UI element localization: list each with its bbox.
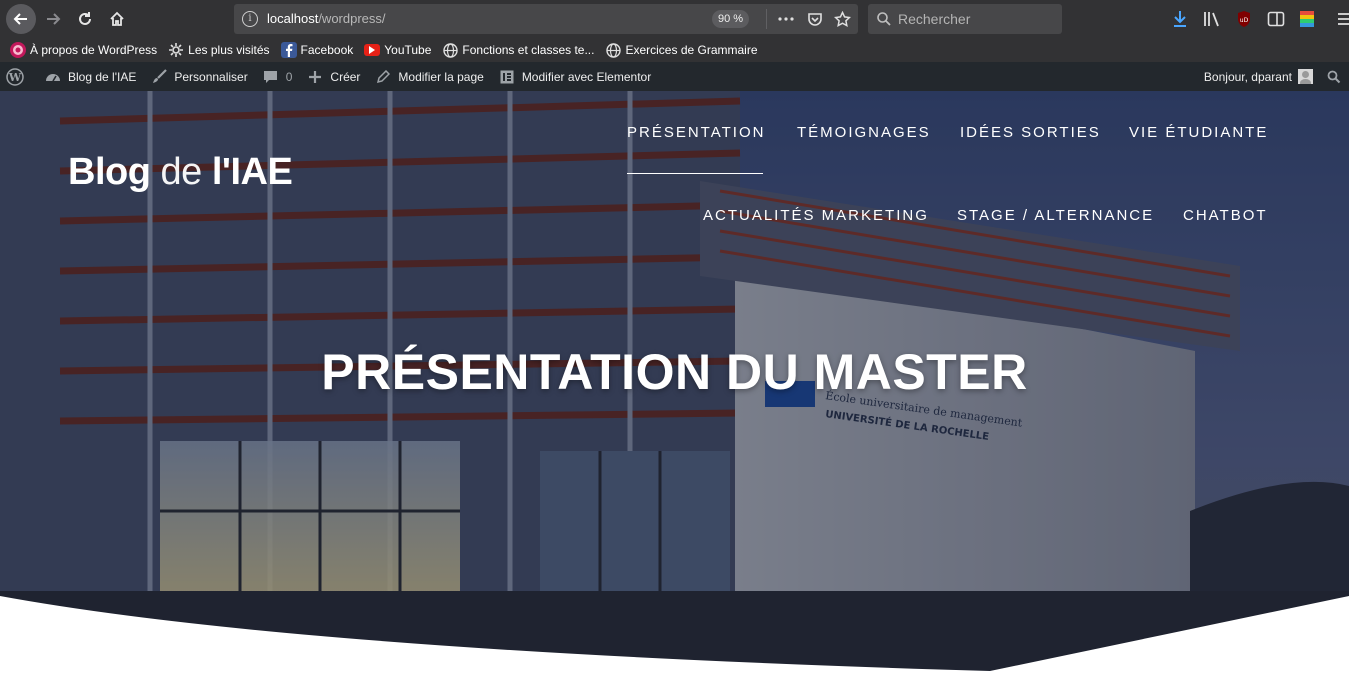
- adminbar-new-label: Créer: [330, 69, 361, 84]
- library-icon[interactable]: [1202, 9, 1222, 29]
- adminbar-comments-count: 0: [285, 69, 293, 84]
- wordpress-bookmark-icon: [10, 42, 26, 58]
- avatar: [1298, 69, 1313, 84]
- menu-item-temoignages[interactable]: TÉMOIGNAGES: [797, 124, 931, 141]
- home-icon: [110, 11, 124, 26]
- brush-icon: [150, 68, 168, 86]
- adminbar-edit-page-label: Modifier la page: [398, 69, 484, 84]
- url-path: /wordpress/: [318, 11, 386, 26]
- menu-icon[interactable]: [1334, 9, 1349, 29]
- svg-text:uD: uD: [1240, 17, 1249, 24]
- adminbar-new[interactable]: Créer: [306, 68, 360, 86]
- colorful-extension-icon[interactable]: [1297, 9, 1317, 29]
- bookmark-exercices-grammaire[interactable]: Exercices de Grammaire: [605, 42, 758, 58]
- adminbar-customize-label: Personnaliser: [174, 69, 248, 84]
- bookmark-label: Les plus visités: [188, 43, 270, 57]
- site-title[interactable]: Blog de l'IAE: [68, 151, 293, 194]
- site-info-icon[interactable]: i: [242, 11, 258, 27]
- pocket-icon[interactable]: [805, 9, 825, 29]
- forward-button[interactable]: [40, 6, 66, 32]
- wp-logo-menu[interactable]: W: [6, 67, 30, 86]
- site-title-part: l'IAE: [211, 151, 293, 193]
- adminbar-comments[interactable]: 0: [262, 68, 293, 86]
- menu-item-presentation[interactable]: PRÉSENTATION: [627, 124, 765, 141]
- url-bar[interactable]: i localhost/wordpress/ 90 %: [234, 4, 858, 34]
- bookmark-label: À propos de WordPress: [30, 43, 158, 57]
- svg-text:W: W: [8, 71, 22, 84]
- adminbar-search-icon[interactable]: [1327, 70, 1341, 84]
- adminbar-edit-elementor[interactable]: Modifier avec Elementor: [498, 68, 651, 86]
- bookmark-label: Fonctions et classes te...: [462, 43, 595, 57]
- zoom-indicator[interactable]: 90 %: [712, 10, 750, 28]
- bookmarks-bar: À propos de WordPress Les plus visités F…: [0, 38, 1349, 62]
- search-box[interactable]: [868, 4, 1062, 34]
- wordpress-logo-icon: W: [6, 67, 24, 86]
- adminbar-site-label: Blog de l'IAE: [68, 69, 137, 84]
- bookmark-youtube[interactable]: YouTube: [364, 43, 431, 57]
- arrow-left-icon: [13, 13, 27, 25]
- search-input[interactable]: [898, 8, 1054, 30]
- adminbar-greeting: Bonjour, dparant: [1203, 69, 1292, 84]
- menu-item-idees-sorties[interactable]: IDÉES SORTIES: [960, 124, 1101, 141]
- bookmark-label: YouTube: [384, 43, 432, 57]
- menu-item-vie-etudiante[interactable]: VIE ÉTUDIANTE: [1129, 124, 1268, 141]
- adminbar-customize[interactable]: Personnaliser: [150, 68, 248, 86]
- bookmark-fonctions-classes[interactable]: Fonctions et classes te...: [442, 42, 594, 58]
- back-button[interactable]: [6, 4, 36, 34]
- browser-toolbar: i localhost/wordpress/ 90 % uD: [0, 0, 1349, 38]
- adminbar-account[interactable]: Bonjour, dparant: [1204, 62, 1349, 91]
- elementor-icon: [498, 68, 516, 86]
- wp-admin-bar: W Blog de l'IAE Personnaliser 0 Créer Mo…: [0, 62, 1349, 91]
- bookmark-label: Exercices de Grammaire: [625, 43, 758, 57]
- reload-button[interactable]: [72, 6, 98, 32]
- facebook-icon: [280, 42, 297, 58]
- globe-icon: [442, 42, 458, 58]
- bookmark-facebook[interactable]: Facebook: [280, 42, 354, 58]
- globe-icon: [605, 42, 621, 58]
- youtube-icon: [364, 44, 381, 56]
- menu-item-stage-alternance[interactable]: STAGE / ALTERNANCE: [957, 207, 1154, 224]
- home-button[interactable]: [104, 6, 130, 32]
- menu-item-actualites-marketing[interactable]: ACTUALITÉS MARKETING: [703, 207, 929, 224]
- pencil-icon: [374, 68, 392, 86]
- comment-icon: [262, 68, 280, 86]
- dashboard-icon: [44, 68, 62, 86]
- url-separator: [766, 9, 767, 29]
- active-menu-indicator: [627, 173, 763, 174]
- menu-item-chatbot[interactable]: CHATBOT: [1183, 207, 1268, 224]
- url-text[interactable]: localhost/wordpress/: [267, 11, 386, 26]
- download-icon[interactable]: [1170, 9, 1190, 29]
- bookmark-star-icon[interactable]: [832, 9, 852, 29]
- page-title: PRÉSENTATION DU MASTER: [321, 344, 1028, 400]
- reload-icon: [79, 12, 91, 25]
- arrow-right-icon: [47, 13, 61, 25]
- bookmark-label: Facebook: [300, 43, 354, 57]
- search-icon: [877, 12, 891, 26]
- adminbar-site-name[interactable]: Blog de l'IAE: [44, 68, 136, 86]
- page-actions-icon[interactable]: [776, 9, 796, 29]
- adminbar-edit-page[interactable]: Modifier la page: [374, 68, 484, 86]
- sidebar-icon[interactable]: [1266, 9, 1286, 29]
- site-title-part: de: [160, 151, 203, 193]
- plus-icon: [306, 68, 324, 86]
- ublock-icon[interactable]: uD: [1234, 9, 1254, 29]
- bookmark-about-wordpress[interactable]: À propos de WordPress: [10, 42, 157, 58]
- bookmark-most-visited[interactable]: Les plus visités: [168, 42, 270, 58]
- hero-section: École universitaire de management UNIVER…: [0, 91, 1349, 696]
- url-host: localhost: [267, 11, 319, 26]
- site-title-part: Blog: [68, 151, 151, 193]
- gear-icon: [168, 42, 184, 58]
- adminbar-edit-elementor-label: Modifier avec Elementor: [521, 69, 652, 84]
